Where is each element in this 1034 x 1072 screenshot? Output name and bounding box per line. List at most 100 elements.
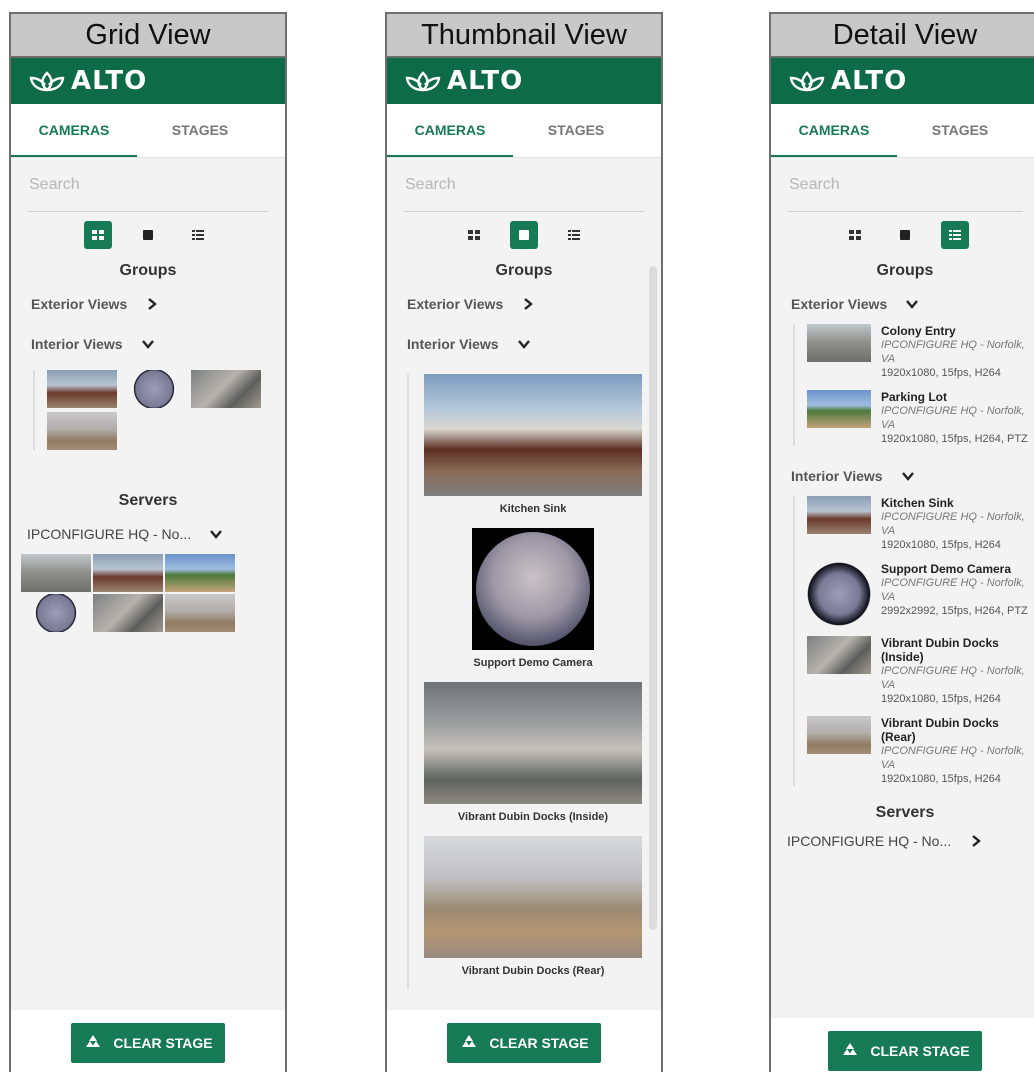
server-row[interactable]: IPCONFIGURE HQ - No... <box>11 514 285 554</box>
group-label: Exterior Views <box>31 296 128 312</box>
group-label: Exterior Views <box>407 296 504 312</box>
group-interior-views[interactable]: Interior Views <box>11 324 285 364</box>
camera-name: Kitchen Sink <box>881 496 954 510</box>
groups-heading: Groups <box>495 262 553 279</box>
clear-stage-button[interactable]: CLEAR STAGE <box>828 1031 982 1071</box>
chevron-right-icon <box>148 298 158 310</box>
search-input[interactable]: Search <box>787 158 1023 212</box>
camera-thumbnail[interactable] <box>165 554 235 592</box>
camera-thumbnail[interactable] <box>119 370 189 408</box>
clear-stage-button[interactable]: CLEAR STAGE <box>447 1023 601 1063</box>
server-label: IPCONFIGURE HQ - No... <box>787 833 952 849</box>
group-exterior-views[interactable]: Exterior Views <box>11 284 285 324</box>
lotus-logo-icon <box>29 71 65 92</box>
camera-card[interactable]: Vibrant Dubin Docks (Inside) <box>423 682 643 836</box>
camera-image <box>807 636 871 674</box>
server-row[interactable]: IPCONFIGURE HQ - No... <box>771 826 1034 856</box>
camera-list-item[interactable]: Kitchen Sink IPCONFIGURE HQ - Norfolk, VA… <box>807 496 1029 552</box>
camera-name: Colony Entry <box>881 324 956 338</box>
camera-spec: 1920x1080, 15fps, H264 <box>881 693 1001 705</box>
camera-list-item[interactable]: Parking Lot IPCONFIGURE HQ - Norfolk, VA 1… <box>807 390 1029 446</box>
square-icon <box>143 230 153 240</box>
servers-heading: Servers <box>875 804 935 821</box>
camera-location: IPCONFIGURE HQ - Norfolk, VA <box>881 745 1025 771</box>
tab-bar: CAMERAS STAGES <box>11 104 285 158</box>
camera-card[interactable]: Support Demo Camera <box>423 528 643 682</box>
tab-stages[interactable]: STAGES <box>513 104 639 157</box>
app-header: ALTO <box>11 58 285 104</box>
camera-image <box>807 496 871 534</box>
camera-name: Support Demo Camera <box>881 562 1012 576</box>
camera-list-item[interactable]: Vibrant Dubin Docks (Inside) IPCONFIGURE … <box>807 636 1029 706</box>
interior-camera-list: Kitchen Sink IPCONFIGURE HQ - Norfolk, VA… <box>793 496 1029 786</box>
camera-thumbnail[interactable] <box>21 554 91 592</box>
chevron-down-icon <box>901 472 914 481</box>
grid-view-button[interactable] <box>84 221 112 249</box>
camera-card[interactable]: Vibrant Dubin Docks (Rear) <box>423 836 643 990</box>
search-input[interactable]: Search <box>27 158 269 212</box>
panel-caption: Detail View <box>771 14 1034 58</box>
camera-thumbnail[interactable] <box>47 412 117 450</box>
tab-cameras[interactable]: CAMERAS <box>771 104 897 157</box>
thumbnail-view-button[interactable] <box>891 221 919 249</box>
groups-heading: Groups <box>876 262 934 279</box>
detail-view-button[interactable] <box>184 221 212 249</box>
camera-name: Vibrant Dubin Docks (Rear) <box>881 716 999 744</box>
camera-image <box>424 374 642 496</box>
camera-location: IPCONFIGURE HQ - Norfolk, VA <box>881 665 1025 691</box>
camera-thumbnail[interactable] <box>93 554 163 592</box>
group-exterior-views[interactable]: Exterior Views <box>771 284 1034 324</box>
thumbnail-view-panel: Thumbnail View ALTO CAMERAS STAGES Searc… <box>385 12 663 1072</box>
grid-icon <box>468 230 480 240</box>
camera-image <box>807 390 871 428</box>
camera-card[interactable]: Kitchen Sink <box>423 374 643 528</box>
camera-thumbnail[interactable] <box>21 594 91 632</box>
camera-thumbnail[interactable] <box>93 594 163 632</box>
tab-cameras[interactable]: CAMERAS <box>387 104 513 157</box>
thumbnail-view-button[interactable] <box>134 221 162 249</box>
search-input[interactable]: Search <box>403 158 645 212</box>
groups-heading: Groups <box>119 262 177 279</box>
group-interior-views[interactable]: Interior Views <box>771 456 1034 496</box>
camera-thumbnail[interactable] <box>47 370 117 408</box>
detail-view-button[interactable] <box>941 221 969 249</box>
camera-location: IPCONFIGURE HQ - Norfolk, VA <box>881 339 1025 365</box>
camera-image <box>807 324 871 362</box>
server-camera-grid <box>21 554 235 632</box>
thumbnail-view-button[interactable] <box>510 221 538 249</box>
scrollbar[interactable] <box>649 266 657 930</box>
camera-name: Vibrant Dubin Docks (Rear) <box>461 965 605 977</box>
tab-stages[interactable]: STAGES <box>897 104 1023 157</box>
camera-name: Vibrant Dubin Docks (Inside) <box>881 636 999 664</box>
group-interior-views[interactable]: Interior Views <box>387 324 661 364</box>
view-toggle <box>11 212 285 258</box>
square-icon <box>519 230 529 240</box>
camera-list-item[interactable]: Colony Entry IPCONFIGURE HQ - Norfolk, VA… <box>807 324 1029 380</box>
camera-list-item[interactable]: Vibrant Dubin Docks (Rear) IPCONFIGURE HQ… <box>807 716 1029 786</box>
camera-name: Support Demo Camera <box>473 657 593 669</box>
camera-list-item[interactable]: Support Demo Camera IPCONFIGURE HQ - Norf… <box>807 562 1029 626</box>
clear-stage-label: CLEAR STAGE <box>113 1035 213 1051</box>
tab-stages[interactable]: STAGES <box>137 104 263 157</box>
camera-thumbnail[interactable] <box>191 370 261 408</box>
tab-bar: CAMERAS STAGES <box>771 104 1034 158</box>
clear-stage-button[interactable]: CLEAR STAGE <box>71 1023 225 1063</box>
camera-thumbnail[interactable] <box>165 594 235 632</box>
view-toggle <box>387 212 661 258</box>
grid-icon <box>92 230 104 240</box>
detail-view-button[interactable] <box>560 221 588 249</box>
grid-view-button[interactable] <box>841 221 869 249</box>
group-exterior-views[interactable]: Exterior Views <box>387 284 661 324</box>
camera-image <box>424 836 642 958</box>
camera-location: IPCONFIGURE HQ - Norfolk, VA <box>881 577 1025 603</box>
camera-grid <box>33 370 273 450</box>
clear-stage-label: CLEAR STAGE <box>870 1043 970 1059</box>
lotus-logo-icon <box>789 71 825 92</box>
clear-stage-label: CLEAR STAGE <box>489 1035 589 1051</box>
grid-view-button[interactable] <box>460 221 488 249</box>
tab-cameras[interactable]: CAMERAS <box>11 104 137 157</box>
logo-text: ALTO <box>447 66 524 96</box>
camera-image <box>807 716 871 754</box>
footer: CLEAR STAGE <box>387 1010 661 1072</box>
grid-icon <box>849 230 861 240</box>
